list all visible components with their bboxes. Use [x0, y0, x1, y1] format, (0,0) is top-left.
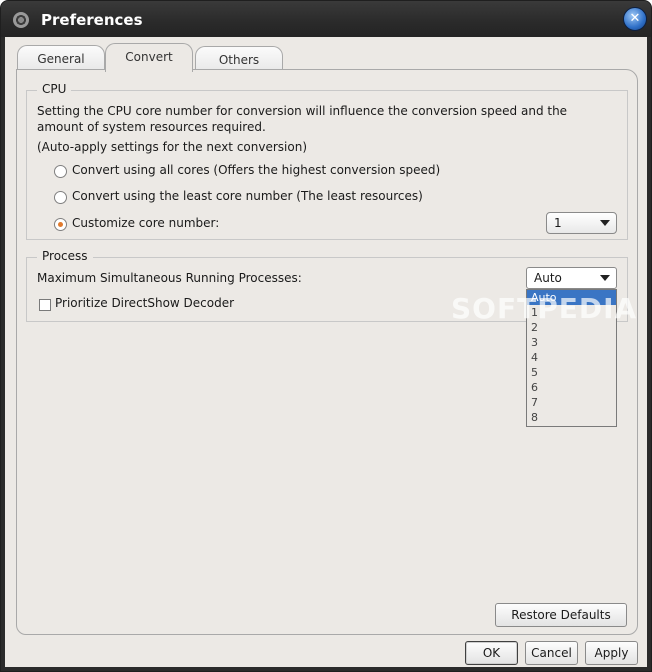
dropdown-option-8[interactable]: 8 — [527, 410, 616, 425]
dropdown-option-4[interactable]: 4 — [527, 350, 616, 365]
preferences-window: Preferences ✕ General Convert Others CPU… — [0, 0, 652, 672]
cpu-group-title: CPU — [37, 82, 72, 96]
max-processes-value: Auto — [534, 271, 562, 285]
title-bar[interactable]: Preferences ✕ — [1, 1, 651, 37]
tab-general[interactable]: General — [17, 45, 105, 72]
radio-all-cores[interactable] — [54, 165, 67, 178]
chevron-down-icon — [600, 220, 610, 226]
radio-customize-cores[interactable] — [54, 218, 67, 231]
window-title: Preferences — [41, 11, 143, 29]
core-number-value: 1 — [554, 216, 562, 230]
core-number-select[interactable]: 1 — [546, 212, 617, 234]
cpu-group: CPU Setting the CPU core number for conv… — [26, 82, 628, 240]
cpu-description: Setting the CPU core number for conversi… — [37, 104, 568, 134]
dropdown-option-5[interactable]: 5 — [527, 365, 616, 380]
dropdown-option-6[interactable]: 6 — [527, 380, 616, 395]
max-processes-label: Maximum Simultaneous Running Processes: — [37, 271, 302, 285]
radio-least-cores-label: Convert using the least core number (The… — [72, 189, 423, 203]
prioritize-directshow-checkbox[interactable] — [39, 299, 51, 311]
softpedia-watermark: SOFTPEDIA — [451, 292, 638, 325]
ok-button[interactable]: OK — [465, 641, 518, 665]
app-icon — [13, 12, 29, 28]
restore-defaults-button[interactable]: Restore Defaults — [495, 603, 627, 627]
cpu-note: (Auto-apply settings for the next conver… — [37, 140, 307, 154]
tab-convert[interactable]: Convert — [105, 43, 193, 72]
cancel-button[interactable]: Cancel — [525, 641, 578, 665]
max-processes-select[interactable]: Auto — [526, 267, 617, 289]
apply-button[interactable]: Apply — [585, 641, 638, 665]
dialog-client-area: General Convert Others CPU Setting the C… — [5, 37, 647, 667]
radio-customize-cores-label: Customize core number: — [72, 216, 220, 230]
prioritize-directshow-label: Prioritize DirectShow Decoder — [55, 296, 235, 310]
radio-least-cores[interactable] — [54, 191, 67, 204]
close-button[interactable]: ✕ — [623, 7, 647, 31]
dropdown-option-3[interactable]: 3 — [527, 335, 616, 350]
radio-all-cores-label: Convert using all cores (Offers the high… — [72, 163, 441, 177]
process-group-title: Process — [37, 249, 93, 263]
chevron-down-icon — [600, 275, 610, 281]
dropdown-option-7[interactable]: 7 — [527, 395, 616, 410]
